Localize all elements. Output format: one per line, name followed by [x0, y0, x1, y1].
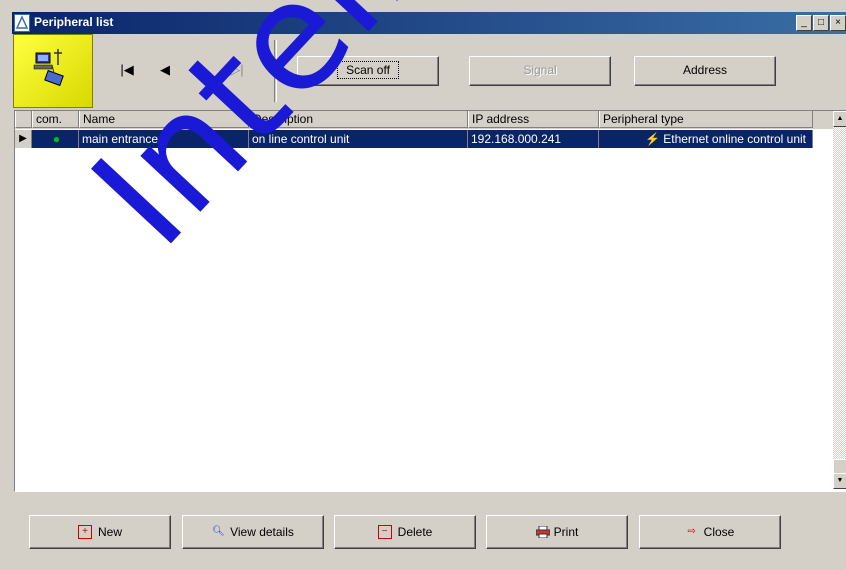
first-record-icon[interactable]: |◀ — [118, 62, 136, 78]
last-record-icon[interactable]: ▷| — [228, 62, 246, 78]
new-button-label: New — [97, 525, 122, 539]
magnifier-icon: 🔍︎ — [212, 526, 225, 537]
cell-peripheral-type-label: Ethernet online control unit — [663, 132, 806, 146]
scan-button[interactable]: Scan off — [297, 56, 439, 86]
maximize-button[interactable]: □ — [813, 15, 829, 31]
printer-icon — [535, 525, 551, 539]
plus-icon: + — [77, 525, 92, 539]
table-header: com. Name Description IP address Periphe… — [15, 111, 833, 129]
view-details-button-label: View details — [230, 525, 294, 539]
header-peripheral-type[interactable]: Peripheral type — [599, 111, 813, 128]
exit-icon: ⇨ — [687, 526, 696, 537]
signal-button-label: Signal — [523, 63, 557, 77]
title-bar: Peripheral list _ □ × — [12, 12, 846, 34]
header-com[interactable]: com. — [32, 111, 79, 128]
toolbar-separator — [274, 40, 277, 102]
cell-name: main entrance — [79, 130, 249, 148]
header-ip-address[interactable]: IP address — [468, 111, 599, 128]
scroll-down-icon[interactable]: ▼ — [833, 473, 846, 489]
address-button[interactable]: Address — [634, 56, 776, 86]
print-button[interactable]: Print — [486, 515, 628, 549]
new-button[interactable]: + New — [29, 515, 171, 549]
app-icon — [14, 14, 30, 32]
header-name[interactable]: Name — [79, 111, 249, 128]
row-pointer-icon: ▶ — [15, 130, 32, 148]
scan-button-label: Scan off — [337, 61, 399, 79]
print-button-label: Print — [553, 525, 579, 539]
signal-button[interactable]: Signal — [469, 56, 611, 86]
prev-record-icon[interactable]: ◀ — [156, 62, 174, 78]
next-record-icon[interactable]: ▷ — [192, 62, 210, 78]
peripheral-network-icon — [13, 34, 93, 108]
window-title: Peripheral list — [34, 15, 114, 29]
vertical-scrollbar[interactable]: ▲ ▼ — [833, 111, 846, 489]
status-dot-icon: ● — [32, 130, 79, 148]
ethernet-unit-icon: ⚡ — [644, 132, 660, 146]
cell-description: on line control unit — [249, 130, 468, 148]
scroll-up-icon[interactable]: ▲ — [833, 111, 846, 127]
minus-icon: − — [377, 525, 392, 539]
table-row[interactable]: ▶ ● main entrance on line control unit 1… — [15, 130, 813, 148]
toolbar: |◀ ◀ ▷ ▷| Scan off Signal Address — [12, 34, 846, 108]
view-details-button[interactable]: 🔍︎ View details — [182, 515, 324, 549]
minimize-button[interactable]: _ — [796, 15, 812, 31]
close-button-label: Close — [703, 525, 735, 539]
header-indicator — [15, 111, 32, 128]
cell-peripheral-type: ⚡ Ethernet online control unit — [599, 130, 813, 148]
address-button-label: Address — [682, 63, 728, 77]
delete-button-label: Delete — [397, 525, 433, 539]
cell-ip-address: 192.168.000.241 — [468, 130, 599, 148]
delete-button[interactable]: − Delete — [334, 515, 476, 549]
header-description[interactable]: Description — [249, 111, 468, 128]
peripheral-table[interactable]: com. Name Description IP address Periphe… — [14, 110, 846, 492]
close-button[interactable]: ⇨ Close — [639, 515, 781, 549]
close-window-button[interactable]: × — [830, 15, 846, 31]
